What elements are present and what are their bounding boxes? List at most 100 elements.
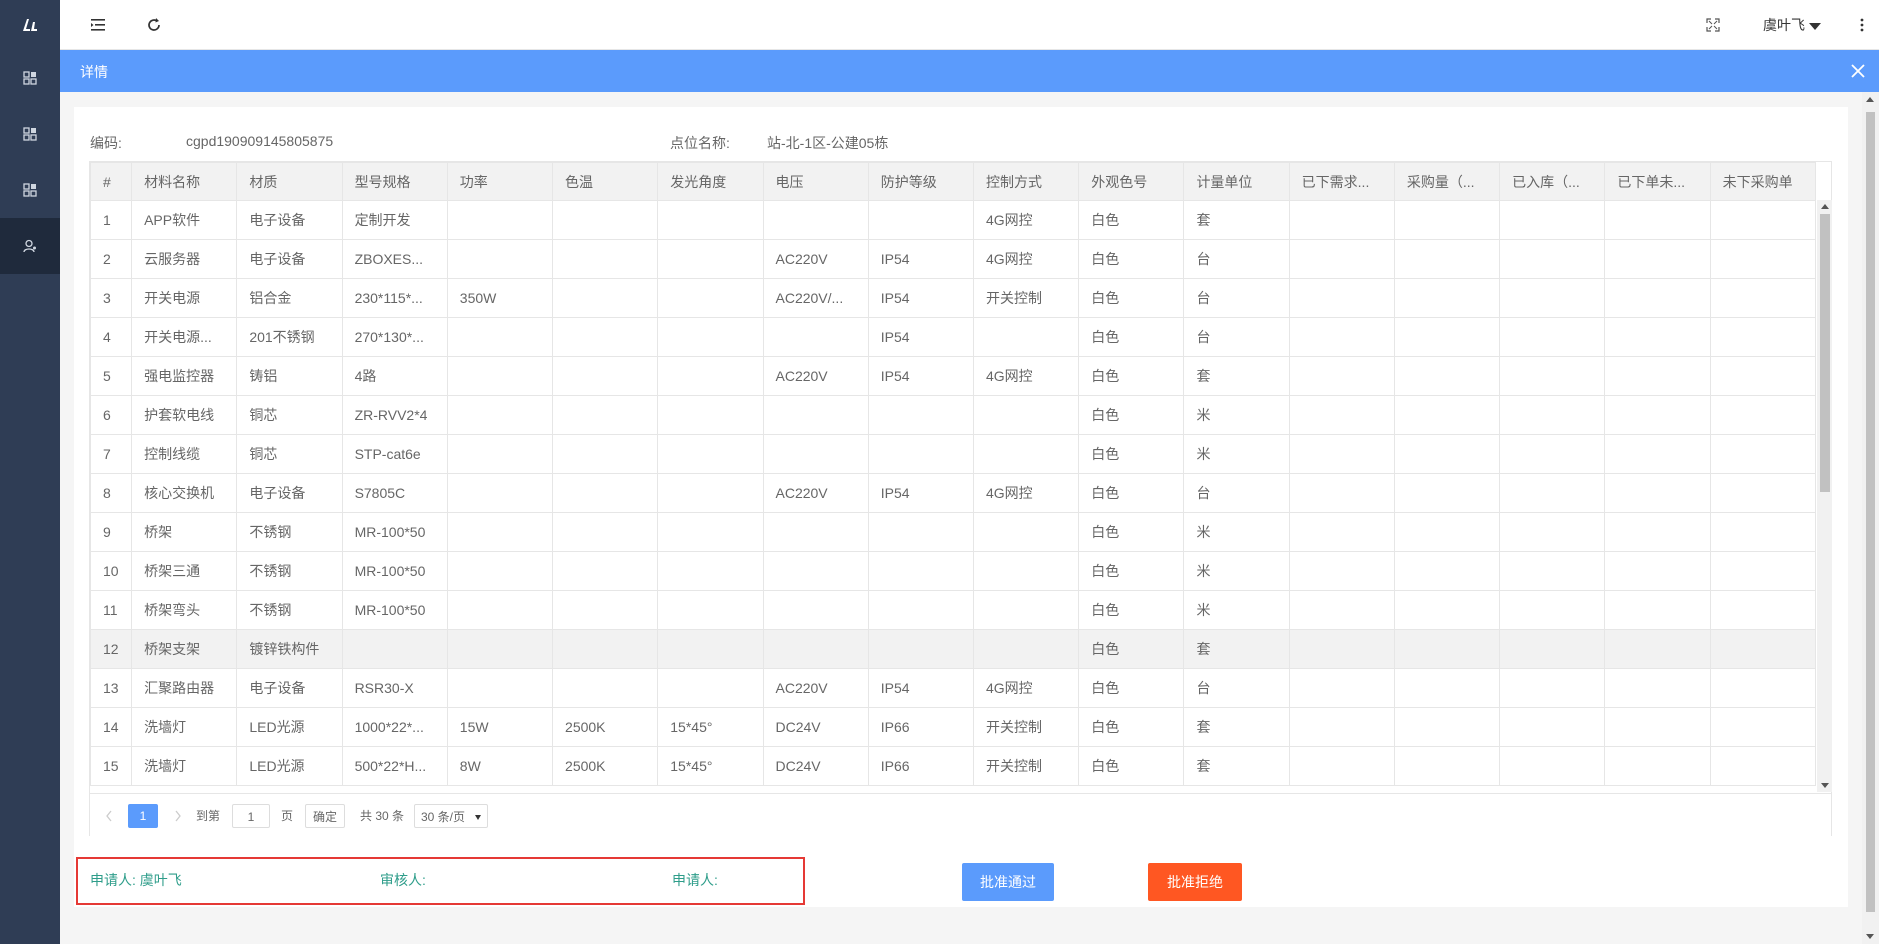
column-header[interactable]: 电压 [762,162,869,201]
table-cell [657,590,764,630]
column-header[interactable]: 功率 [446,162,554,201]
table-cell: 白色 [1078,629,1185,669]
table-cell [657,317,764,357]
logo[interactable] [0,0,60,50]
table-cell [446,395,554,435]
next-page-icon[interactable] [173,804,183,828]
table-row[interactable]: 4 开关电源... 201不锈钢 270*130*... IP54 白色台 [90,317,1816,357]
table-cell: 护套软电线 [131,395,238,435]
table-row[interactable]: 5 强电监控器 铸铝 4路 AC220V IP54 4G网控 白色套 [90,356,1816,396]
table-cell [867,590,974,630]
column-header[interactable]: 已入库（... [1499,162,1606,201]
table-cell [552,356,659,396]
table-cell [1393,746,1501,786]
table-cell: 套 [1183,629,1290,669]
table-row[interactable]: 9 桥架 不锈钢 MR-100*50 白色米 [90,512,1816,552]
table-cell [1709,668,1816,708]
sidebar-item-2[interactable] [0,106,60,162]
table-cell [446,590,554,630]
table-scrollbar[interactable] [1817,200,1832,792]
approve-button[interactable]: 批准通过 [962,863,1054,901]
column-header[interactable]: 外观色号 [1078,162,1185,201]
column-header[interactable]: # [90,162,133,201]
table-cell: 10 [90,551,133,591]
table-cell: 1000*22*... [341,707,448,747]
table-cell: IP66 [867,746,974,786]
table-cell [972,551,1080,591]
scroll-up-icon[interactable] [1821,204,1829,209]
table-cell [1709,629,1816,669]
table-cell: 米 [1183,590,1290,630]
more-icon[interactable] [1851,14,1873,36]
table-cell: 铜芯 [236,434,343,474]
column-header[interactable]: 防护等级 [867,162,974,201]
table-row[interactable]: 1 APP软件 电子设备 定制开发 4G网控 白色套 [90,200,1816,240]
page-button-current[interactable]: 1 [128,804,158,828]
column-header[interactable]: 计量单位 [1183,162,1290,201]
dialog-header: 详情 [60,50,1879,92]
column-header[interactable]: 已下需求... [1288,162,1395,201]
scroll-down-icon[interactable] [1821,783,1829,788]
table-cell: LED光源 [236,746,343,786]
page-scrollbar[interactable] [1862,92,1879,944]
table-cell: ZR-RVV2*4 [341,395,448,435]
table-cell [341,629,448,669]
table-row[interactable]: 8 核心交换机 电子设备 S7805C AC220V IP54 4G网控 白色台 [90,473,1816,513]
scroll-down-icon[interactable] [1866,934,1874,939]
table-cell: 15*45° [657,746,764,786]
table-cell [972,434,1080,474]
table-row[interactable]: 13 汇聚路由器 电子设备 RSR30-X AC220V IP54 4G网控 白色台 [90,668,1816,708]
sidebar-item-3[interactable] [0,162,60,218]
refresh-icon[interactable] [143,14,165,36]
caret-down-icon [475,815,481,820]
table-cell [1499,356,1606,396]
scroll-up-icon[interactable] [1866,97,1874,102]
column-header[interactable]: 未下采购单 [1709,162,1816,201]
table-cell [1604,200,1711,240]
page-size-select[interactable]: 30 条/页 [414,804,488,828]
location-value: 站-北-1区-公建05栋 [767,135,889,151]
table-cell [762,395,869,435]
confirm-button[interactable]: 确定 [305,804,345,828]
sidebar-item-4[interactable] [0,218,60,274]
column-header[interactable]: 色温 [552,162,659,201]
table-cell: 白色 [1078,746,1185,786]
table-cell [1499,317,1606,357]
column-header[interactable]: 型号规格 [341,162,448,201]
table-cell [657,668,764,708]
column-header[interactable]: 发光角度 [657,162,764,201]
column-header[interactable]: 控制方式 [972,162,1080,201]
prev-page-icon[interactable] [104,804,114,828]
close-icon[interactable] [1847,60,1869,82]
table-cell: AC220V [762,473,869,513]
user-menu[interactable]: 虞叶飞 [1763,15,1821,35]
table-row[interactable]: 10 桥架三通 不锈钢 MR-100*50 白色米 [90,551,1816,591]
reject-button[interactable]: 批准拒绝 [1148,863,1242,901]
table-cell [1288,239,1395,279]
table-cell: MR-100*50 [341,590,448,630]
table-row[interactable]: 2 云服务器 电子设备 ZBOXES... AC220V IP54 4G网控 白色台 [90,239,1816,279]
table-row[interactable]: 15 洗墙灯 LED光源 500*22*H... 8W 2500K 15*45° DC24V I… [90,746,1816,786]
menu-fold-icon[interactable] [87,14,109,36]
table-row[interactable]: 3 开关电源 铝合金 230*115*... 350W AC220V/... IP54 开关控… [90,278,1816,318]
location-label: 点位名称: [670,135,730,151]
fullscreen-icon[interactable] [1702,14,1724,36]
table-cell: 套 [1183,200,1290,240]
table-row[interactable]: 7 控制线缆 铜芯 STP-cat6e 白色米 [90,434,1816,474]
table-row[interactable]: 14 洗墙灯 LED光源 1000*22*... 15W 2500K 15*45° DC24V… [90,707,1816,747]
table-cell: 白色 [1078,473,1185,513]
table-cell [972,512,1080,552]
column-header[interactable]: 采购量（... [1393,162,1501,201]
table-row[interactable]: 11 桥架弯头 不锈钢 MR-100*50 白色米 [90,590,1816,630]
scroll-thumb[interactable] [1820,214,1830,492]
table-row[interactable]: 6 护套软电线 铜芯 ZR-RVV2*4 白色米 [90,395,1816,435]
table-cell: 白色 [1078,278,1185,318]
sidebar-item-1[interactable] [0,50,60,106]
table-cell [1709,590,1816,630]
goto-page-input[interactable]: 1 [232,804,270,828]
scroll-thumb[interactable] [1866,112,1875,912]
column-header[interactable]: 已下单未... [1604,162,1711,201]
column-header[interactable]: 材质 [236,162,343,201]
table-row[interactable]: 12 桥架支架 镀锌铁构件 白色套 [90,629,1816,669]
column-header[interactable]: 材料名称 [131,162,238,201]
